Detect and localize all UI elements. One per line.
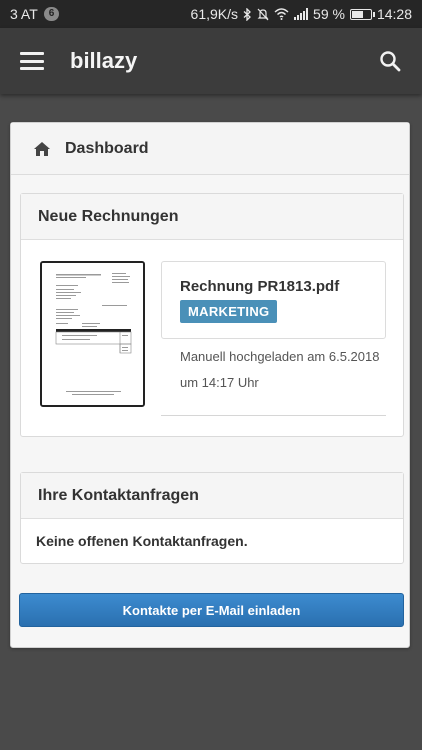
new-invoices-card: Neue Rechnungen Rechnung PR1813.pdf MARK… (20, 193, 404, 437)
new-invoices-heading: Neue Rechnungen (21, 194, 403, 240)
contact-requests-heading: Ihre Kontaktanfragen (21, 473, 403, 519)
upload-date: Manuell hochgeladen am 6.5.2018 (180, 349, 380, 364)
app-bar: billazy (0, 28, 422, 94)
divider (161, 415, 386, 416)
invite-contacts-button[interactable]: Kontakte per E-Mail einladen (19, 593, 404, 627)
mute-icon (257, 8, 269, 20)
upload-info: Manuell hochgeladen am 6.5.2018 um 14:17… (180, 344, 390, 396)
clock: 14:28 (376, 6, 412, 22)
battery-icon (349, 8, 375, 20)
page-title: Dashboard (65, 139, 149, 157)
invoice-thumbnail[interactable] (40, 261, 145, 407)
invoice-file-box[interactable]: Rechnung PR1813.pdf MARKETING (161, 261, 386, 339)
carrier-label: 3 AT (10, 6, 38, 22)
dashboard-panel: Dashboard Neue Rechnungen Rechnung PR181… (10, 122, 410, 648)
wifi-icon (274, 8, 289, 20)
category-tag: MARKETING (180, 300, 278, 323)
menu-icon[interactable] (20, 52, 44, 70)
invoice-file-name[interactable]: Rechnung PR1813.pdf (180, 278, 339, 295)
app-title: billazy (70, 48, 138, 73)
upload-time: um 14:17 Uhr (180, 375, 259, 390)
network-speed: 61,9K/s (190, 6, 239, 22)
home-icon (34, 141, 50, 156)
contact-requests-empty-text: Keine offenen Kontaktanfragen. (36, 533, 248, 549)
battery-percent: 59 % (313, 6, 345, 22)
invoice-preview-image (42, 263, 143, 405)
search-icon[interactable] (378, 49, 402, 73)
notification-count-badge: 6 (43, 7, 60, 21)
bluetooth-icon (243, 7, 251, 21)
status-bar: 3 AT 6 61,9K/s 59 % 14:28 (0, 0, 422, 28)
contact-requests-card: Ihre Kontaktanfragen Keine offenen Konta… (20, 472, 404, 564)
signal-strength-icon (294, 8, 309, 20)
dashboard-header: Dashboard (11, 123, 409, 175)
